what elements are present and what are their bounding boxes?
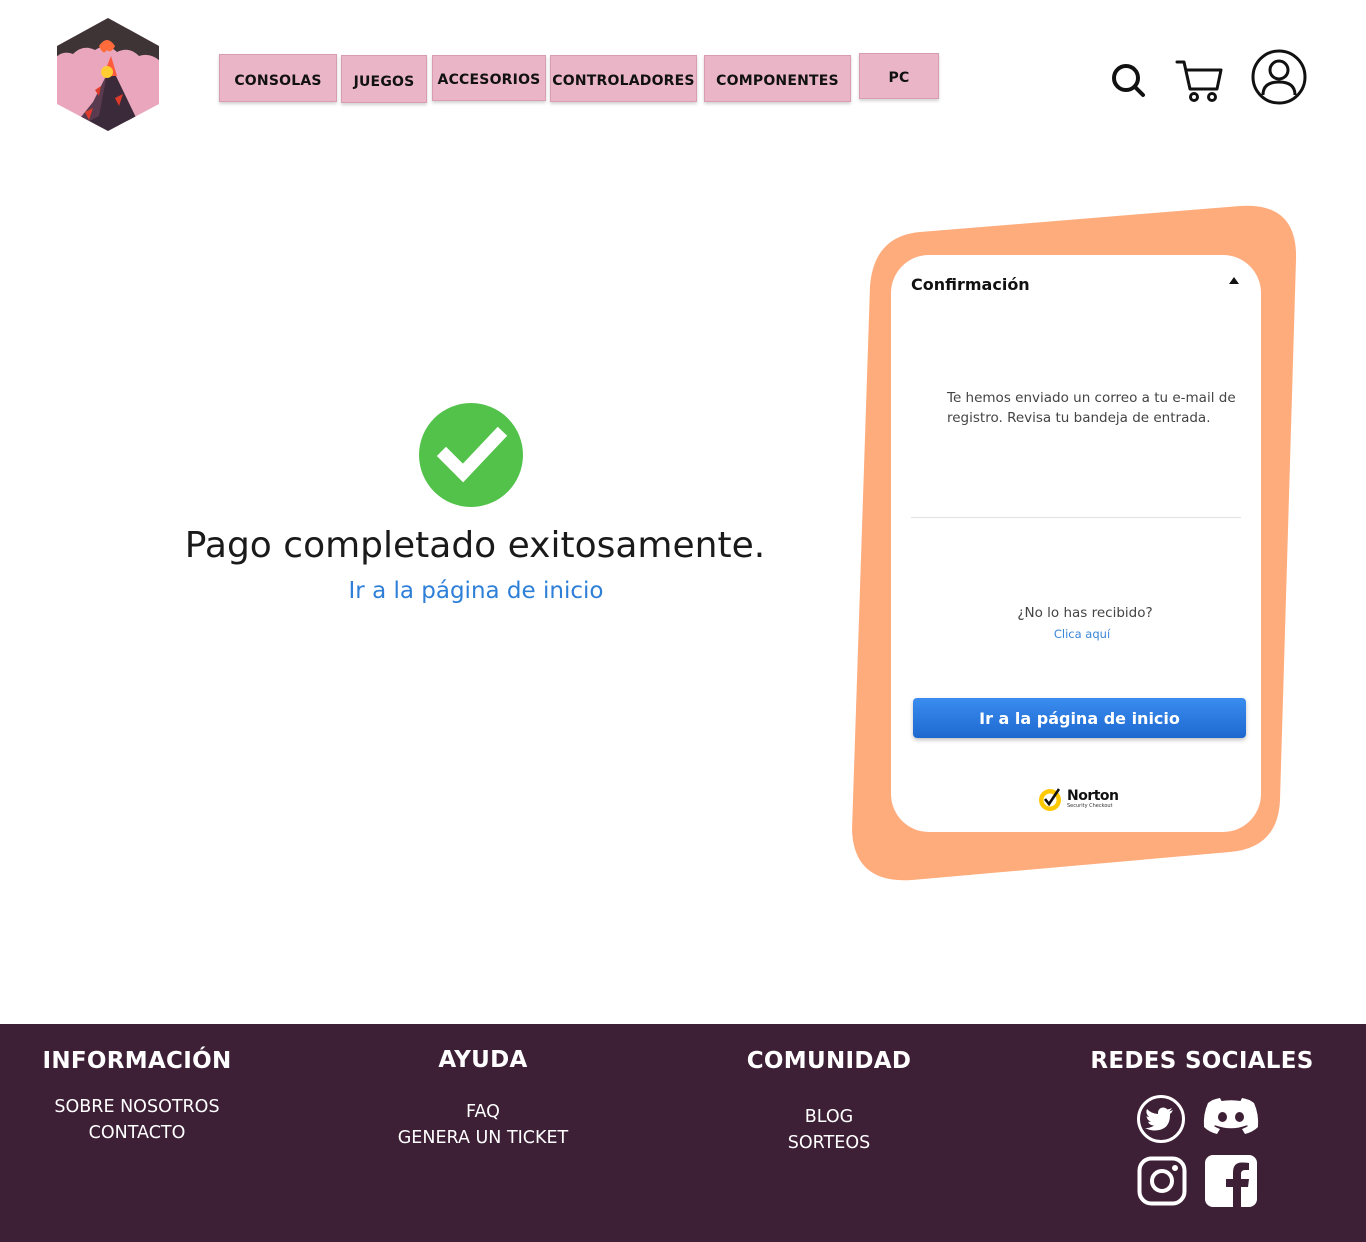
user-account-icon[interactable]: [1250, 48, 1308, 106]
discord-icon[interactable]: [1203, 1094, 1259, 1138]
footer-link-sorteos[interactable]: SORTEOS: [714, 1130, 944, 1156]
nav-consolas[interactable]: CONSOLAS: [219, 54, 337, 102]
footer-ayuda: AYUDA FAQ GENERA UN TICKET: [368, 1024, 598, 1151]
card-title: Confirmación: [911, 275, 1030, 294]
footer-comunidad-title: COMUNIDAD: [746, 1048, 912, 1074]
nav-pc[interactable]: PC: [859, 53, 939, 99]
footer-link-ticket[interactable]: GENERA UN TICKET: [368, 1125, 598, 1151]
norton-name: Norton: [1067, 788, 1119, 804]
confirmation-card: Confirmación Te hemos enviado un correo …: [891, 255, 1261, 832]
nav-controladores[interactable]: CONTROLADORES: [550, 55, 697, 102]
footer-redes: REDES SOCIALES: [1072, 1024, 1332, 1074]
twitter-icon[interactable]: [1136, 1094, 1186, 1144]
norton-badge: Norton Security Checkout: [1037, 785, 1119, 813]
footer-ayuda-title: AYUDA: [438, 1047, 528, 1073]
footer-comunidad: COMUNIDAD BLOG SORTEOS: [714, 1024, 944, 1156]
norton-check-icon: [1039, 788, 1061, 811]
nav-componentes[interactable]: COMPONENTES: [704, 55, 851, 102]
success-check-icon: [419, 403, 523, 507]
facebook-icon[interactable]: [1205, 1155, 1257, 1207]
success-message: Pago completado exitosamente.: [184, 525, 766, 566]
instagram-icon[interactable]: [1137, 1156, 1187, 1206]
go-home-button[interactable]: Ir a la página de inicio: [913, 698, 1246, 738]
norton-subtitle: Security Checkout: [1067, 803, 1113, 809]
footer-link-faq[interactable]: FAQ: [368, 1099, 598, 1125]
collapse-caret-icon[interactable]: [1229, 277, 1239, 284]
footer-informacion: INFORMACIÓN SOBRE NOSOTROS CONTACTO: [22, 1024, 252, 1146]
nav-accesorios[interactable]: ACCESORIOS: [432, 55, 546, 101]
divider: [911, 517, 1241, 518]
resend-link[interactable]: Clica aquí: [891, 627, 1273, 641]
footer-informacion-title: INFORMACIÓN: [42, 1048, 232, 1074]
volcano-logo[interactable]: [55, 16, 161, 132]
search-icon[interactable]: [1110, 62, 1146, 98]
footer-link-contacto[interactable]: CONTACTO: [22, 1120, 252, 1146]
footer-redes-title: REDES SOCIALES: [1090, 1048, 1314, 1074]
nav-juegos[interactable]: JUEGOS: [341, 55, 427, 103]
footer: INFORMACIÓN SOBRE NOSOTROS CONTACTO AYUD…: [0, 1024, 1366, 1242]
footer-link-blog[interactable]: BLOG: [714, 1104, 944, 1130]
confirmation-message: Te hemos enviado un correo a tu e-mail d…: [947, 390, 1236, 426]
footer-link-sobre-nosotros[interactable]: SOBRE NOSOTROS: [22, 1094, 252, 1120]
not-received-text: ¿No lo has recibido?: [1017, 605, 1153, 621]
home-link[interactable]: Ir a la página de inicio: [0, 578, 952, 604]
cart-icon[interactable]: [1175, 59, 1223, 103]
